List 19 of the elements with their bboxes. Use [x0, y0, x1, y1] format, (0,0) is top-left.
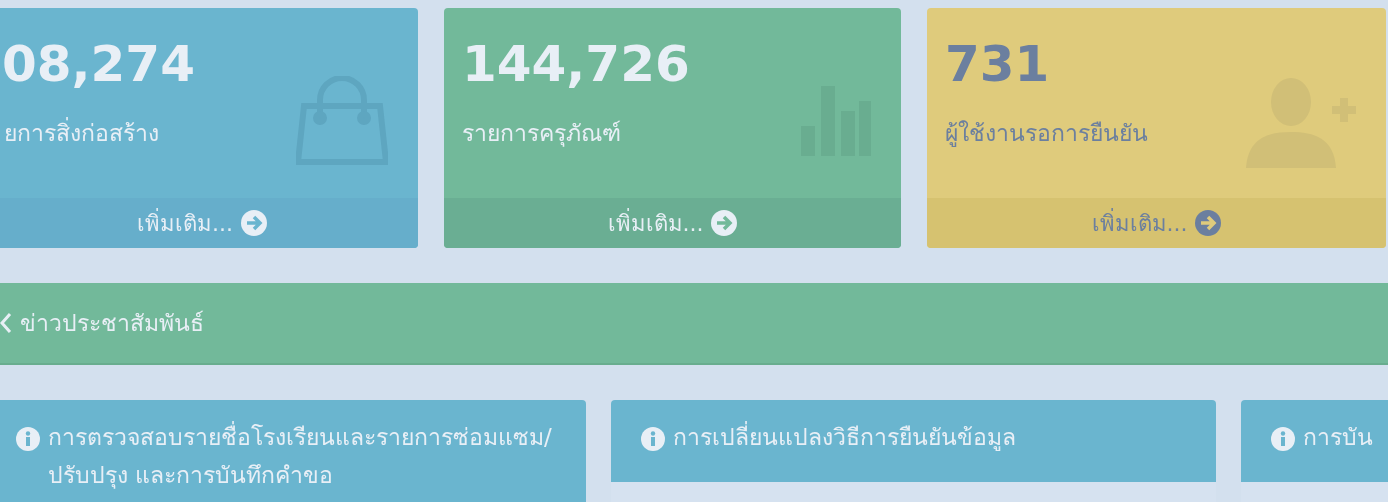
- arrow-right-circle-icon: [1195, 210, 1222, 236]
- info-icon: [1271, 427, 1295, 451]
- stat-value: 08,274: [2, 34, 195, 95]
- stat-label: ยการสิ่งก่อสร้าง: [4, 116, 195, 151]
- info-icon: [641, 427, 665, 451]
- stat-label: รายการครุภัณฑ์: [462, 119, 622, 149]
- stat-label: ผู้ใช้งานรอการยืนยัน: [945, 119, 1148, 149]
- more-link[interactable]: เพิ่มเติม...: [0, 198, 418, 248]
- panel-title: การบัน: [1303, 423, 1373, 452]
- stat-value: 144,726: [462, 34, 690, 95]
- arrow-right-circle-icon: [241, 210, 267, 236]
- banner-title: ข่าวประชาสัมพันธ์: [20, 308, 204, 338]
- info-icon: [16, 427, 40, 451]
- stat-value: 731: [945, 34, 1051, 95]
- arrow-right-circle-icon: [711, 210, 738, 236]
- panel-title: การเปลี่ยนแปลงวิธีการยืนยันข้อมูล: [673, 418, 1016, 456]
- more-link[interactable]: เพิ่มเติม...: [444, 198, 901, 248]
- panel-title: การตรวจสอบรายชื่อโรงเรียนและรายการซ่อมแซม/ปรับปรุง และการบันทึกคำขอ: [48, 418, 566, 494]
- more-link[interactable]: เพิ่มเติม...: [927, 198, 1386, 248]
